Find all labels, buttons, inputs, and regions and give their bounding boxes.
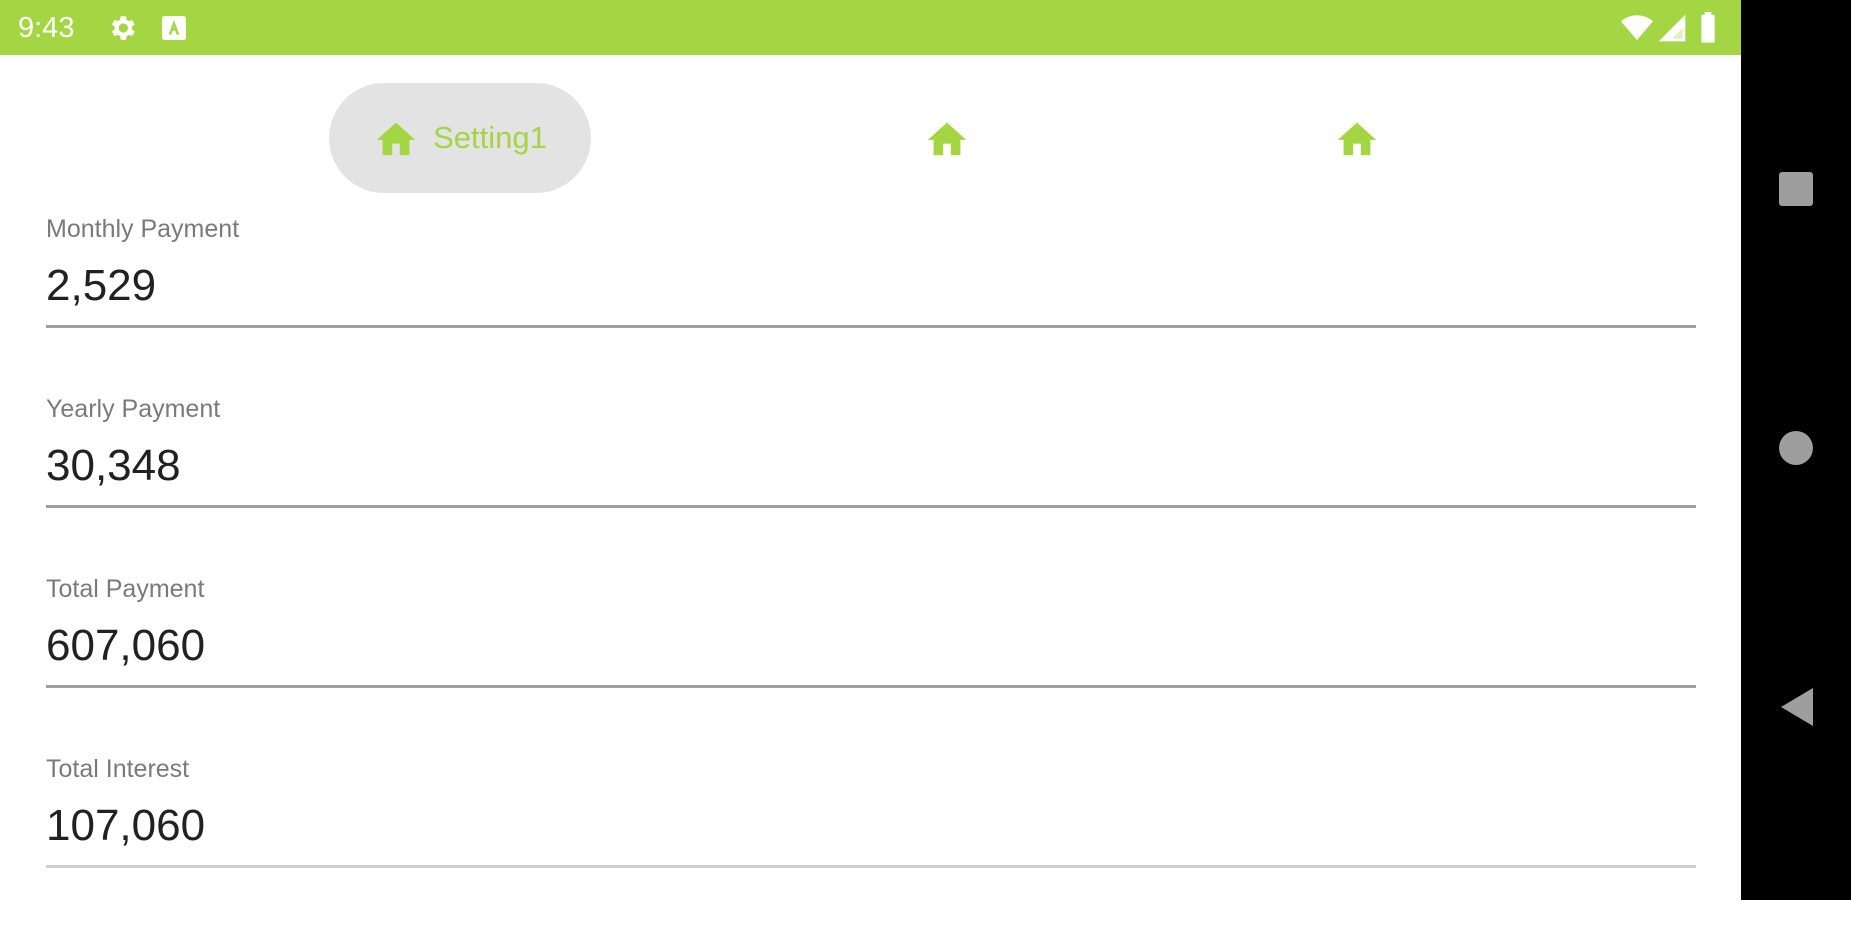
total-interest-field[interactable]: Total Interest 107,060 (46, 755, 1696, 935)
a-box-icon (158, 12, 190, 44)
field-label: Total Payment (46, 575, 205, 603)
home-button[interactable] (1766, 420, 1826, 480)
yearly-payment-field[interactable]: Yearly Payment 30,348 (46, 395, 1696, 575)
recents-square-icon (1777, 170, 1815, 213)
home-icon (1334, 116, 1380, 161)
field-value[interactable]: 30,348 (46, 441, 181, 491)
recents-button[interactable] (1766, 161, 1826, 221)
monthly-payment-field[interactable]: Monthly Payment 2,529 (46, 215, 1696, 395)
wifi-icon (1620, 12, 1653, 44)
home-icon (373, 116, 419, 161)
tab-home-2[interactable] (892, 83, 1002, 193)
field-underline (46, 865, 1696, 868)
back-triangle-icon (1777, 686, 1815, 733)
field-label: Monthly Payment (46, 215, 240, 243)
tab-label: Setting1 (433, 120, 547, 155)
tab-setting1[interactable]: Setting1 (329, 83, 591, 193)
field-label: Total Interest (46, 755, 190, 783)
status-time: 9:43 (18, 12, 75, 44)
total-payment-field[interactable]: Total Payment 607,060 (46, 575, 1696, 755)
field-value[interactable]: 607,060 (46, 621, 205, 671)
field-value[interactable]: 107,060 (46, 801, 205, 851)
field-label: Yearly Payment (46, 395, 221, 423)
battery-icon (1696, 12, 1720, 44)
app-screen: 9:43 Setting1 Monthly Payment 2,529 Year… (0, 0, 1741, 900)
cell-signal-icon (1656, 12, 1688, 44)
back-button[interactable] (1766, 679, 1826, 739)
tab-bar: Setting1 (0, 55, 1741, 220)
system-nav-bar (1741, 0, 1851, 900)
field-underline (46, 325, 1696, 328)
field-underline (46, 685, 1696, 688)
home-icon (924, 116, 970, 161)
home-circle-icon (1777, 429, 1815, 472)
field-value[interactable]: 2,529 (46, 261, 156, 311)
status-bar: 9:43 (0, 0, 1741, 55)
tab-home-3[interactable] (1302, 83, 1412, 193)
field-underline (46, 505, 1696, 508)
gear-icon (106, 12, 138, 44)
